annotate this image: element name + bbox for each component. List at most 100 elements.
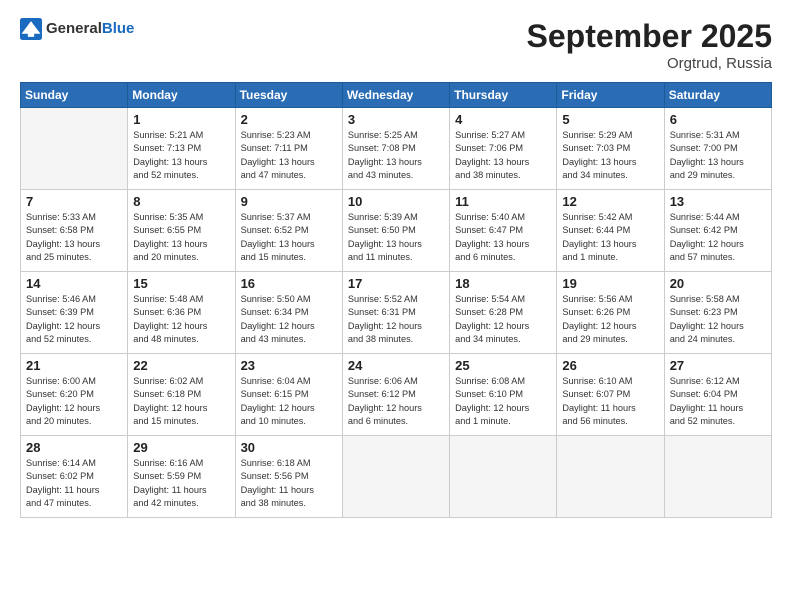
- day-info: Sunrise: 5:58 AM Sunset: 6:23 PM Dayligh…: [670, 293, 766, 346]
- day-info: Sunrise: 5:39 AM Sunset: 6:50 PM Dayligh…: [348, 211, 444, 264]
- day-number: 25: [455, 358, 551, 373]
- week-row-0: 1 Sunrise: 5:21 AM Sunset: 7:13 PM Daylig…: [21, 108, 772, 190]
- calendar-cell: 25 Sunrise: 6:08 AM Sunset: 6:10 PM Dayli…: [450, 354, 557, 436]
- calendar-cell: 18 Sunrise: 5:54 AM Sunset: 6:28 PM Dayli…: [450, 272, 557, 354]
- day-info: Sunrise: 5:31 AM Sunset: 7:00 PM Dayligh…: [670, 129, 766, 182]
- day-number: 27: [670, 358, 766, 373]
- calendar-cell: 10 Sunrise: 5:39 AM Sunset: 6:50 PM Dayli…: [342, 190, 449, 272]
- day-number: 18: [455, 276, 551, 291]
- week-row-1: 7Sunrise: 5:33 AM Sunset: 6:58 PM Daylig…: [21, 190, 772, 272]
- calendar-header: SundayMondayTuesdayWednesdayThursdayFrid…: [21, 83, 772, 108]
- day-info: Sunrise: 5:21 AM Sunset: 7:13 PM Dayligh…: [133, 129, 229, 182]
- calendar-cell: 30 Sunrise: 6:18 AM Sunset: 5:56 PM Dayli…: [235, 436, 342, 518]
- calendar-cell: 16Sunrise: 5:50 AM Sunset: 6:34 PM Dayli…: [235, 272, 342, 354]
- day-number: 29: [133, 440, 229, 455]
- calendar-cell: [342, 436, 449, 518]
- day-info: Sunrise: 5:37 AM Sunset: 6:52 PM Dayligh…: [241, 211, 337, 264]
- day-number: 24: [348, 358, 444, 373]
- calendar-table: SundayMondayTuesdayWednesdayThursdayFrid…: [20, 82, 772, 518]
- day-number: 23: [241, 358, 337, 373]
- day-number: 22: [133, 358, 229, 373]
- calendar-cell: 14 Sunrise: 5:46 AM Sunset: 6:39 PM Dayli…: [21, 272, 128, 354]
- day-info: Sunrise: 6:04 AM Sunset: 6:15 PM Dayligh…: [241, 375, 337, 428]
- calendar-cell: 24 Sunrise: 6:06 AM Sunset: 6:12 PM Dayli…: [342, 354, 449, 436]
- calendar-cell: 4 Sunrise: 5:27 AM Sunset: 7:06 PM Daylig…: [450, 108, 557, 190]
- day-info: Sunrise: 6:18 AM Sunset: 5:56 PM Dayligh…: [241, 457, 337, 510]
- calendar-cell: 6 Sunrise: 5:31 AM Sunset: 7:00 PM Daylig…: [664, 108, 771, 190]
- header-day-saturday: Saturday: [664, 83, 771, 108]
- title-block: September 2025 Orgtrud, Russia: [527, 18, 772, 72]
- calendar-cell: [664, 436, 771, 518]
- week-row-4: 28 Sunrise: 6:14 AM Sunset: 6:02 PM Dayli…: [21, 436, 772, 518]
- day-number: 15: [133, 276, 229, 291]
- day-info: Sunrise: 6:08 AM Sunset: 6:10 PM Dayligh…: [455, 375, 551, 428]
- day-number: 28: [26, 440, 122, 455]
- calendar-cell: 2 Sunrise: 5:23 AM Sunset: 7:11 PM Daylig…: [235, 108, 342, 190]
- day-info: Sunrise: 5:33 AM Sunset: 6:58 PM Dayligh…: [26, 211, 122, 264]
- calendar-cell: 12Sunrise: 5:42 AM Sunset: 6:44 PM Dayli…: [557, 190, 664, 272]
- week-row-3: 21Sunrise: 6:00 AM Sunset: 6:20 PM Dayli…: [21, 354, 772, 436]
- calendar-cell: [557, 436, 664, 518]
- header-day-sunday: Sunday: [21, 83, 128, 108]
- day-number: 6: [670, 112, 766, 127]
- calendar-cell: 21Sunrise: 6:00 AM Sunset: 6:20 PM Dayli…: [21, 354, 128, 436]
- day-number: 3: [348, 112, 444, 127]
- day-info: Sunrise: 5:46 AM Sunset: 6:39 PM Dayligh…: [26, 293, 122, 346]
- day-info: Sunrise: 5:50 AM Sunset: 6:34 PM Dayligh…: [241, 293, 337, 346]
- header-day-wednesday: Wednesday: [342, 83, 449, 108]
- logo: General Blue: [20, 18, 134, 40]
- day-info: Sunrise: 6:10 AM Sunset: 6:07 PM Dayligh…: [562, 375, 658, 428]
- calendar-cell: 13Sunrise: 5:44 AM Sunset: 6:42 PM Dayli…: [664, 190, 771, 272]
- calendar-cell: 7Sunrise: 5:33 AM Sunset: 6:58 PM Daylig…: [21, 190, 128, 272]
- logo-icon: [20, 18, 42, 40]
- header-day-thursday: Thursday: [450, 83, 557, 108]
- day-number: 26: [562, 358, 658, 373]
- day-number: 9: [241, 194, 337, 209]
- day-info: Sunrise: 6:14 AM Sunset: 6:02 PM Dayligh…: [26, 457, 122, 510]
- day-info: Sunrise: 5:29 AM Sunset: 7:03 PM Dayligh…: [562, 129, 658, 182]
- logo-general: General: [46, 21, 102, 38]
- page: General Blue September 2025 Orgtrud, Rus…: [0, 0, 792, 612]
- day-info: Sunrise: 5:35 AM Sunset: 6:55 PM Dayligh…: [133, 211, 229, 264]
- day-number: 30: [241, 440, 337, 455]
- calendar-cell: 20 Sunrise: 5:58 AM Sunset: 6:23 PM Dayli…: [664, 272, 771, 354]
- day-info: Sunrise: 5:25 AM Sunset: 7:08 PM Dayligh…: [348, 129, 444, 182]
- day-info: Sunrise: 6:02 AM Sunset: 6:18 PM Dayligh…: [133, 375, 229, 428]
- day-number: 11: [455, 194, 551, 209]
- day-number: 4: [455, 112, 551, 127]
- calendar-body: 1 Sunrise: 5:21 AM Sunset: 7:13 PM Daylig…: [21, 108, 772, 518]
- day-number: 20: [670, 276, 766, 291]
- header-row: SundayMondayTuesdayWednesdayThursdayFrid…: [21, 83, 772, 108]
- day-number: 17: [348, 276, 444, 291]
- calendar-cell: 29Sunrise: 6:16 AM Sunset: 5:59 PM Dayli…: [128, 436, 235, 518]
- day-info: Sunrise: 5:56 AM Sunset: 6:26 PM Dayligh…: [562, 293, 658, 346]
- calendar-cell: 27Sunrise: 6:12 AM Sunset: 6:04 PM Dayli…: [664, 354, 771, 436]
- calendar-cell: 9 Sunrise: 5:37 AM Sunset: 6:52 PM Daylig…: [235, 190, 342, 272]
- header-day-friday: Friday: [557, 83, 664, 108]
- day-info: Sunrise: 6:06 AM Sunset: 6:12 PM Dayligh…: [348, 375, 444, 428]
- day-info: Sunrise: 6:00 AM Sunset: 6:20 PM Dayligh…: [26, 375, 122, 428]
- calendar-cell: 26 Sunrise: 6:10 AM Sunset: 6:07 PM Dayli…: [557, 354, 664, 436]
- day-info: Sunrise: 5:54 AM Sunset: 6:28 PM Dayligh…: [455, 293, 551, 346]
- day-info: Sunrise: 5:23 AM Sunset: 7:11 PM Dayligh…: [241, 129, 337, 182]
- day-info: Sunrise: 5:52 AM Sunset: 6:31 PM Dayligh…: [348, 293, 444, 346]
- header: General Blue September 2025 Orgtrud, Rus…: [20, 18, 772, 72]
- logo-text: General Blue: [46, 21, 134, 38]
- day-number: 10: [348, 194, 444, 209]
- day-info: Sunrise: 5:40 AM Sunset: 6:47 PM Dayligh…: [455, 211, 551, 264]
- title-month: September 2025: [527, 18, 772, 55]
- week-row-2: 14 Sunrise: 5:46 AM Sunset: 6:39 PM Dayli…: [21, 272, 772, 354]
- day-number: 1: [133, 112, 229, 127]
- header-day-tuesday: Tuesday: [235, 83, 342, 108]
- day-info: Sunrise: 5:27 AM Sunset: 7:06 PM Dayligh…: [455, 129, 551, 182]
- calendar-cell: 23 Sunrise: 6:04 AM Sunset: 6:15 PM Dayli…: [235, 354, 342, 436]
- day-number: 2: [241, 112, 337, 127]
- calendar-cell: 11 Sunrise: 5:40 AM Sunset: 6:47 PM Dayli…: [450, 190, 557, 272]
- day-info: Sunrise: 5:44 AM Sunset: 6:42 PM Dayligh…: [670, 211, 766, 264]
- day-number: 14: [26, 276, 122, 291]
- calendar-cell: 15Sunrise: 5:48 AM Sunset: 6:36 PM Dayli…: [128, 272, 235, 354]
- logo-blue: Blue: [102, 21, 135, 38]
- day-number: 5: [562, 112, 658, 127]
- calendar-cell: 17 Sunrise: 5:52 AM Sunset: 6:31 PM Dayli…: [342, 272, 449, 354]
- calendar-cell: 5 Sunrise: 5:29 AM Sunset: 7:03 PM Daylig…: [557, 108, 664, 190]
